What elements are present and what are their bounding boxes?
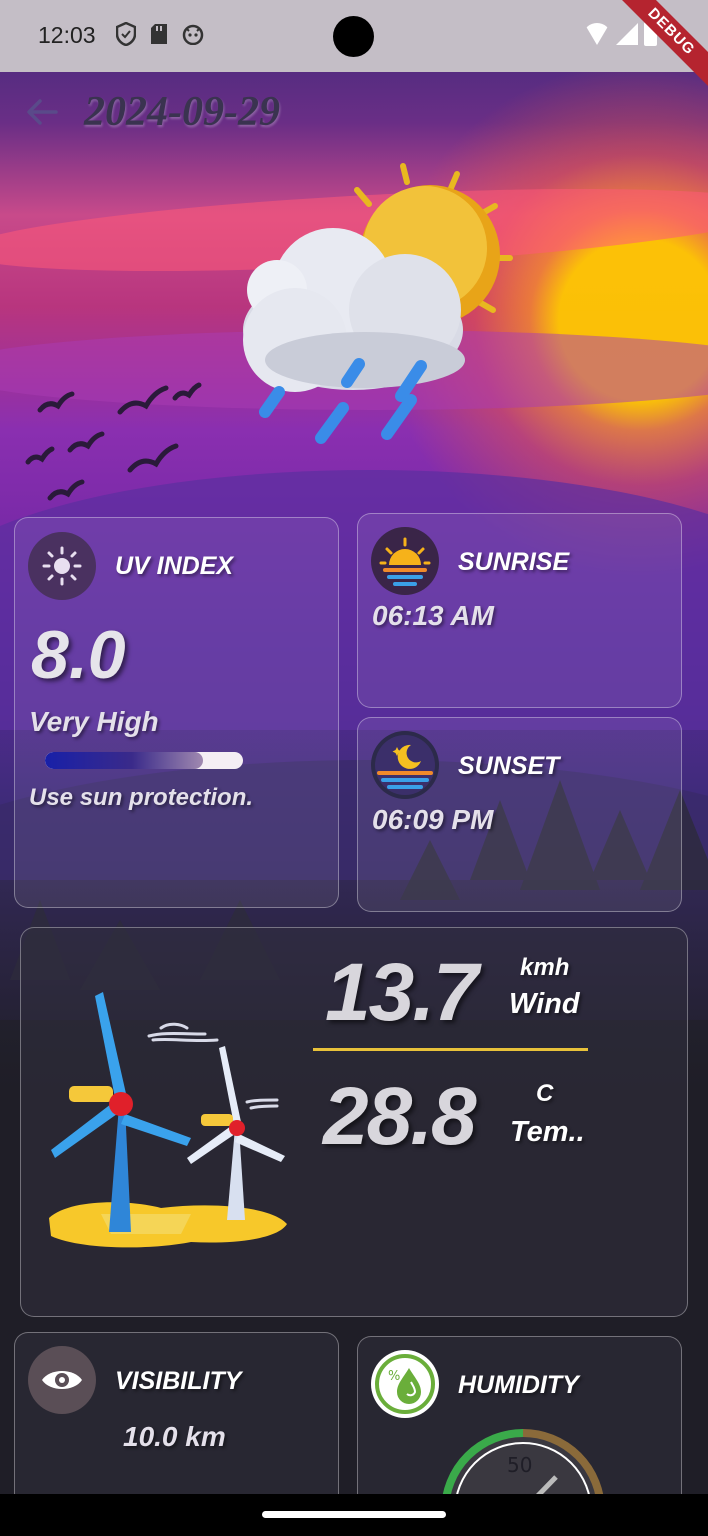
temperature-label: Tem.. [510, 1116, 585, 1148]
status-bar: 12:03 DEBUG [0, 0, 708, 94]
humidity-drop-icon: % [371, 1350, 439, 1418]
uv-index-title: UV INDEX [115, 552, 234, 580]
home-gesture-handle[interactable] [262, 1511, 446, 1518]
sunrise-title: SUNRISE [458, 548, 570, 576]
sunset-time: 06:09 PM [372, 804, 494, 835]
uv-index-value: 8.0 [31, 617, 126, 693]
navigation-bar [0, 1494, 708, 1536]
signal-icon [616, 23, 638, 45]
wind-speed-unit: kmh [520, 954, 570, 981]
eye-icon [28, 1346, 96, 1414]
arrow-back-icon [26, 96, 58, 134]
uv-index-bar [45, 752, 243, 769]
uv-index-card[interactable]: UV INDEX 8.0 Very High Use sun protectio… [14, 517, 339, 908]
cloud-sun-rain-icon [225, 160, 525, 460]
uv-index-advice: Use sun protection. [29, 784, 254, 811]
visibility-title: VISIBILITY [115, 1367, 242, 1395]
status-time: 12:03 [38, 22, 96, 48]
sun-icon [28, 532, 96, 600]
humidity-title: HUMIDITY [458, 1371, 579, 1399]
sd-card-icon [150, 23, 168, 52]
sunrise-card[interactable]: SUNRISE 06:13 AM [357, 513, 682, 708]
sunrise-time: 06:13 AM [372, 600, 494, 631]
uv-index-level: Very High [29, 706, 159, 737]
temperature-unit: C [536, 1080, 554, 1107]
temperature-value: 28.8 [323, 1071, 477, 1162]
shield-icon [115, 21, 137, 53]
wind-temp-divider [313, 1048, 588, 1051]
svg-text:%: % [388, 1369, 400, 1384]
uv-index-bar-fill [45, 752, 204, 769]
sunset-card[interactable]: SUNSET 06:09 PM [357, 717, 682, 912]
wind-turbines-icon [41, 988, 291, 1258]
camera-cutout [333, 16, 374, 57]
wind-temp-card[interactable]: 13.7 kmh Wind 28.8 C Tem.. [20, 927, 688, 1317]
back-button[interactable] [26, 96, 58, 135]
sunrise-icon [371, 527, 439, 595]
humidity-gauge-label: 50 [507, 1453, 533, 1477]
wind-speed-value: 13.7 [325, 947, 479, 1038]
visibility-value: 10.0 km [123, 1421, 226, 1452]
app-notification-icon [182, 23, 204, 52]
wifi-icon [584, 23, 610, 45]
sunset-moon-icon [371, 731, 439, 799]
sunset-title: SUNSET [458, 752, 560, 780]
page-title: 2024-09-29 [84, 89, 280, 135]
wind-label: Wind [509, 988, 580, 1020]
